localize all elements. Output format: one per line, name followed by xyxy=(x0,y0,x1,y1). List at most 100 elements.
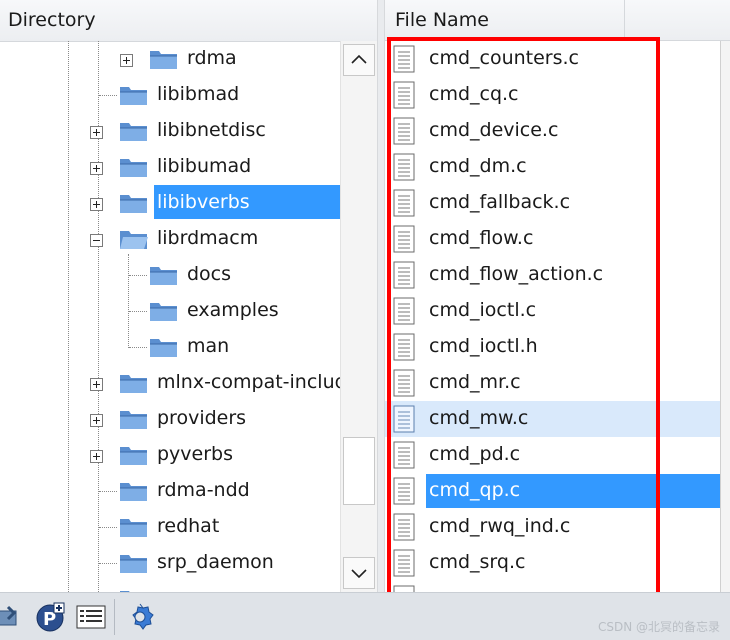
expand-icon[interactable] xyxy=(90,162,103,175)
expand-icon[interactable] xyxy=(90,378,103,391)
expand-icon[interactable] xyxy=(90,414,103,427)
folder-icon xyxy=(120,555,147,573)
tree-item-redhat[interactable]: redhat xyxy=(0,509,340,545)
document-icon xyxy=(393,585,415,592)
file-row[interactable]: cmd_flow_action.c xyxy=(385,257,720,293)
file-name: cmd_fallback.c xyxy=(429,191,571,213)
folder-icon xyxy=(150,339,177,357)
file-row-hovered[interactable]: cmd_mw.c xyxy=(385,401,720,437)
document-icon xyxy=(393,297,415,325)
directory-pane: Directory rdma libibmad libibnetdisc lib… xyxy=(0,0,377,592)
tree-item-man[interactable]: man xyxy=(0,329,340,365)
document-icon xyxy=(393,441,415,469)
project-settings-icon[interactable] xyxy=(0,601,26,633)
tree-item-label: libibumad xyxy=(157,155,252,177)
tree-item-label: mlnx-compat-includ xyxy=(157,371,347,393)
expand-icon[interactable] xyxy=(90,198,103,211)
tree-item-providers[interactable]: providers xyxy=(0,401,340,437)
file-name: cmd_flow_action.c xyxy=(429,263,604,285)
document-icon xyxy=(393,261,415,289)
folder-icon xyxy=(120,159,147,177)
file-row[interactable]: cmd_device.c xyxy=(385,113,720,149)
tree-connector xyxy=(99,563,117,564)
file-name: cmd_pd.c xyxy=(429,443,521,465)
collapse-icon[interactable] xyxy=(90,234,103,247)
file-row[interactable]: cmd_mr.c xyxy=(385,365,720,401)
file-row[interactable]: cmd_srq.c xyxy=(385,545,720,581)
tree-item-pyverbs[interactable]: pyverbs xyxy=(0,437,340,473)
folder-icon xyxy=(120,375,147,393)
column-header-extra[interactable] xyxy=(625,0,730,41)
file-row[interactable]: cmd_counters.c xyxy=(385,41,720,77)
tree-connector xyxy=(129,275,147,276)
file-name: cmd_srq.c xyxy=(429,551,526,573)
file-name: cmd_rwq_ind.c xyxy=(429,515,571,537)
file-name-column-header[interactable]: File Name xyxy=(385,0,625,41)
file-row[interactable]: cmd_dm.c xyxy=(385,149,720,185)
folder-icon xyxy=(120,447,147,465)
file-row[interactable]: cmd_pd.c xyxy=(385,437,720,473)
document-icon xyxy=(393,405,415,433)
file-row[interactable]: cmd_flow.c xyxy=(385,221,720,257)
file-name: cmd_ioctl.c xyxy=(429,299,537,321)
tree-item-label: libibnetdisc xyxy=(157,119,266,141)
file-row[interactable]: cmd_ioctl.c xyxy=(385,293,720,329)
tree-item-label: examples xyxy=(187,299,279,321)
tree-item-rdma[interactable]: rdma xyxy=(0,41,340,77)
tree-item-mlnx-compat-includ[interactable]: mlnx-compat-includ xyxy=(0,365,347,401)
file-row-partial xyxy=(385,581,720,592)
directory-scrollbar[interactable] xyxy=(340,41,377,592)
tree-item-label: pyverbs xyxy=(157,443,234,465)
tree-item-libibmad[interactable]: libibmad xyxy=(0,77,340,113)
pane-splitter[interactable] xyxy=(377,0,385,592)
gear-icon[interactable] xyxy=(124,601,156,633)
file-name: cmd_qp.c xyxy=(429,479,521,501)
file-name: cmd_dm.c xyxy=(429,155,527,177)
tree-connector xyxy=(129,347,147,348)
file-name: cmd_cq.c xyxy=(429,83,519,105)
tree-item-rdma-ndd[interactable]: rdma-ndd xyxy=(0,473,340,509)
tree-item-libibverbs[interactable]: libibverbs xyxy=(0,185,341,221)
directory-header-label: Directory xyxy=(8,9,96,31)
folder-icon xyxy=(120,87,147,105)
tree-item-examples[interactable]: examples xyxy=(0,293,340,329)
folder-icon xyxy=(150,51,177,69)
scroll-thumb[interactable] xyxy=(343,437,375,505)
file-list-pane: File Name cmd_counters.c cmd_cq.c cmd_de… xyxy=(385,0,730,592)
tree-item-docs[interactable]: docs xyxy=(0,257,340,293)
file-row[interactable]: cmd_rwq_ind.c xyxy=(385,509,720,545)
tree-connector xyxy=(129,311,147,312)
folder-icon xyxy=(120,195,147,213)
document-icon xyxy=(393,549,415,577)
file-name: cmd_ioctl.h xyxy=(429,335,538,357)
tree-item-libibnetdisc[interactable]: libibnetdisc xyxy=(0,113,340,149)
file-list-scrollbar[interactable] xyxy=(720,41,730,592)
file-name-header-label: File Name xyxy=(395,9,489,31)
scroll-up-button[interactable] xyxy=(343,44,375,76)
tree-item-label: rdma xyxy=(187,47,237,69)
tree-item-label: rdma-ndd xyxy=(157,479,250,501)
scroll-down-button[interactable] xyxy=(343,557,375,589)
expand-icon[interactable] xyxy=(90,450,103,463)
folder-icon xyxy=(150,303,177,321)
tree-item-srp-daemon[interactable]: srp_daemon xyxy=(0,545,340,581)
tree-item-librdmacm[interactable]: librdmacm xyxy=(0,221,340,257)
file-name: cmd_flow.c xyxy=(429,227,534,249)
tree-item-libibumad[interactable]: libibumad xyxy=(0,149,340,185)
expand-icon[interactable] xyxy=(90,126,103,139)
file-row-selected[interactable]: cmd_qp.c xyxy=(385,473,720,509)
file-row[interactable]: cmd_ioctl.h xyxy=(385,329,720,365)
tree-item-label: srp_daemon xyxy=(157,551,274,573)
file-list-icon[interactable] xyxy=(75,601,107,633)
directory-header[interactable]: Directory xyxy=(0,0,377,42)
tree-item-label: docs xyxy=(187,263,232,285)
expand-icon[interactable] xyxy=(120,54,133,67)
document-icon xyxy=(393,477,415,505)
tree-item-label: libibmad xyxy=(157,83,240,105)
folder-open-icon xyxy=(120,231,148,249)
add-project-icon[interactable]: P xyxy=(34,601,66,633)
file-row[interactable]: cmd_fallback.c xyxy=(385,185,720,221)
file-row[interactable]: cmd_cq.c xyxy=(385,77,720,113)
file-name: cmd_counters.c xyxy=(429,47,580,69)
folder-icon xyxy=(120,411,147,429)
